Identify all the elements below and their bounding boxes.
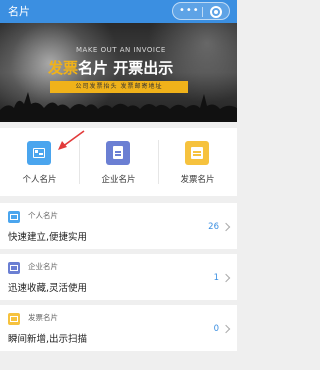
card-title: 个人名片 — [28, 211, 58, 220]
page-title: 名片 — [8, 5, 30, 18]
close-target-icon[interactable] — [210, 6, 222, 18]
card-title: 发票名片 — [28, 313, 58, 322]
chevron-right-icon — [221, 222, 231, 232]
card-description: 瞬间新增,出示扫描 — [8, 334, 88, 345]
chevron-right-icon — [221, 324, 231, 334]
quick-actions: 个人名片 企业名片 发票名片 — [0, 128, 237, 196]
card-description: 迅速收藏,灵活使用 — [8, 283, 88, 294]
invoice-card-row[interactable]: 发票名片 瞬间新增,出示扫描 0 — [0, 305, 237, 351]
id-card-icon — [8, 211, 20, 223]
card-count: 0 — [213, 324, 219, 334]
banner-headline: 发票名片 开票出示 — [48, 57, 173, 78]
nav-bar: 名片 ••• — [0, 0, 237, 23]
id-card-icon — [27, 141, 51, 165]
quick-invoice-card[interactable]: 发票名片 — [158, 128, 237, 196]
quick-invoice-label: 发票名片 — [180, 175, 215, 185]
card-description: 快速建立,便捷实用 — [8, 232, 88, 243]
personal-card-row[interactable]: 个人名片 快速建立,便捷实用 26 — [0, 203, 237, 249]
banner-headline-rest: 名片 开票出示 — [78, 59, 174, 77]
chevron-right-icon — [221, 273, 231, 283]
more-icon[interactable]: ••• — [179, 6, 199, 16]
pointer-arrow-icon — [58, 130, 85, 150]
banner-headline-highlight: 发票 — [48, 59, 79, 77]
document-icon — [106, 141, 130, 165]
card-count: 1 — [213, 273, 219, 283]
company-card-row[interactable]: 企业名片 迅速收藏,灵活使用 1 — [0, 254, 237, 300]
promo-banner[interactable]: MAKE OUT AN INVOICE 发票名片 开票出示 公司发票抬头 发票邮… — [0, 23, 237, 122]
quick-company-label: 企业名片 — [101, 175, 136, 185]
capsule-divider — [202, 7, 203, 17]
banner-tagline: 公司发票抬头 发票邮寄地址 — [50, 81, 188, 93]
quick-company-card[interactable]: 企业名片 — [79, 128, 158, 196]
quick-personal-label: 个人名片 — [22, 175, 57, 185]
invoice-icon — [8, 313, 20, 325]
mini-program-capsule: ••• — [172, 2, 230, 20]
banner-subtitle: MAKE OUT AN INVOICE — [76, 46, 166, 54]
card-count: 26 — [208, 222, 219, 232]
card-title: 企业名片 — [28, 262, 58, 271]
invoice-icon — [185, 141, 209, 165]
document-icon — [8, 262, 20, 274]
